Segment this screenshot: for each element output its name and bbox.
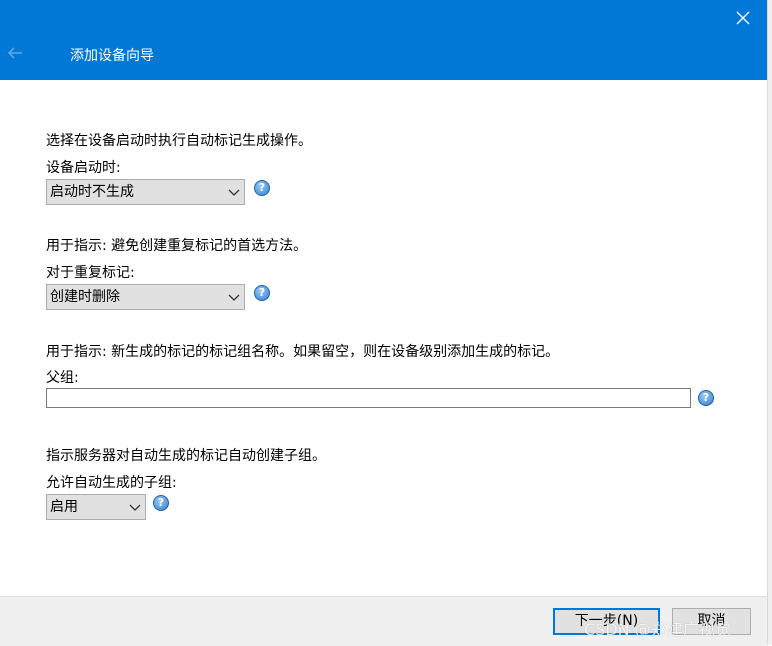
startup-description: 选择在设备启动时执行自动标记生成操作。 — [46, 133, 312, 149]
watermark-text: CSDN @郑建广视觉 — [584, 620, 731, 639]
subgroup-select-value: 启用 — [50, 499, 78, 515]
startup-select[interactable]: 启动时不生成 — [46, 179, 245, 205]
help-icon[interactable]: ? — [254, 285, 270, 301]
chevron-down-icon — [129, 495, 141, 519]
wizard-title: 添加设备向导 — [70, 48, 154, 64]
startup-label: 设备启动时: — [46, 160, 121, 176]
close-icon[interactable] — [731, 6, 755, 30]
parent-group-input[interactable] — [46, 388, 691, 408]
back-arrow-icon[interactable] — [6, 44, 26, 64]
duplicate-select[interactable]: 创建时删除 — [46, 284, 245, 310]
duplicate-label: 对于重复标记: — [46, 265, 135, 281]
duplicate-select-value: 创建时删除 — [50, 289, 120, 305]
subgroup-select[interactable]: 启用 — [46, 494, 146, 520]
subgroup-description: 指示服务器对自动生成的标记自动创建子组。 — [46, 448, 326, 464]
chevron-down-icon — [228, 180, 240, 204]
parent-group-description: 用于指示: 新生成的标记的标记组名称。如果留空，则在设备级别添加生成的标记。 — [46, 344, 560, 360]
subgroup-label: 允许自动生成的子组: — [46, 475, 177, 491]
duplicate-description: 用于指示: 避免创建重复标记的首选方法。 — [46, 238, 308, 254]
window-edge — [767, 0, 772, 645]
help-icon[interactable]: ? — [698, 390, 714, 406]
chevron-down-icon — [228, 285, 240, 309]
help-icon[interactable]: ? — [153, 495, 169, 511]
parent-group-label: 父组: — [46, 370, 79, 386]
help-icon[interactable]: ? — [254, 180, 270, 196]
startup-select-value: 启动时不生成 — [50, 184, 134, 200]
title-bar: 添加设备向导 — [0, 0, 767, 80]
